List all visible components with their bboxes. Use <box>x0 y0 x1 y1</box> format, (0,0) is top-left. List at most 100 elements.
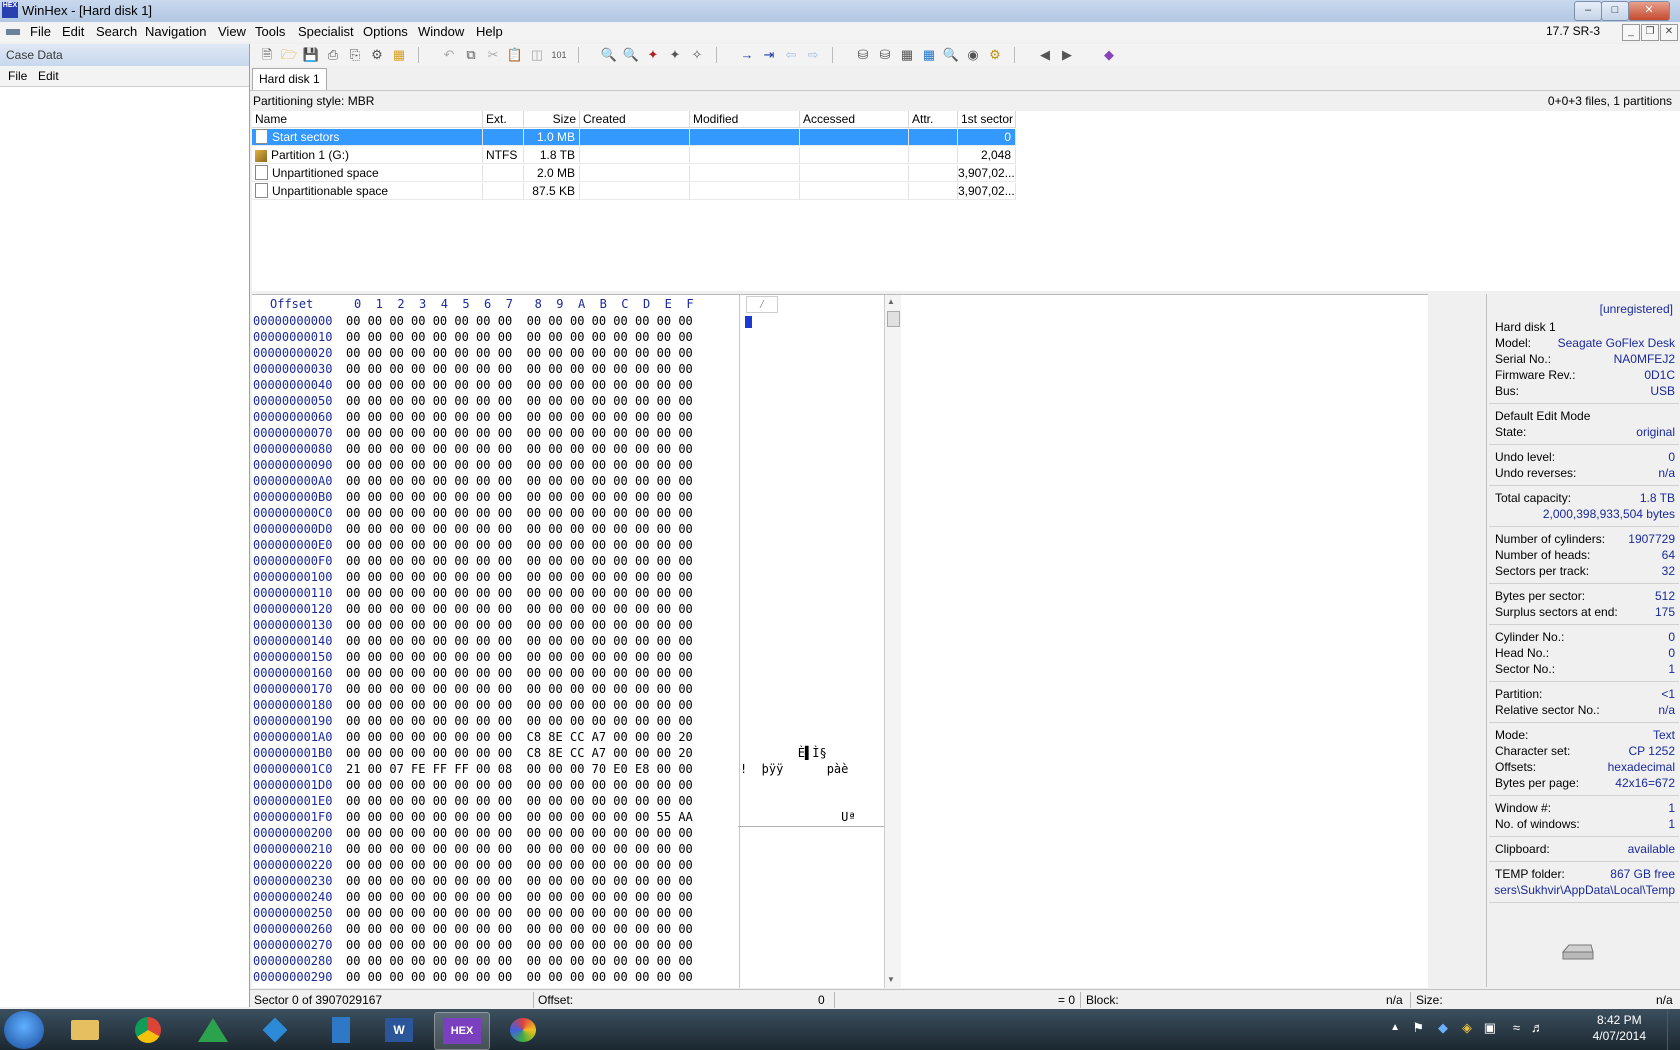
hex-row[interactable]: 00000000130 00 00 00 00 00 00 00 00 00 00… <box>252 618 882 634</box>
hex-row[interactable]: 00000000160 00 00 00 00 00 00 00 00 00 00… <box>252 666 882 682</box>
hash-icon[interactable]: ◉ <box>964 46 982 64</box>
hex-row[interactable]: 00000000210 00 00 00 00 00 00 00 00 00 00… <box>252 842 882 858</box>
hex-row[interactable]: 00000000200 00 00 00 00 00 00 00 00 00 00… <box>252 826 882 842</box>
dropbox-tray-icon[interactable]: ◆ <box>1438 1020 1448 1036</box>
hex-row[interactable]: 000000001F0 00 00 00 00 00 00 00 00 00 00… <box>252 810 882 826</box>
menu-specialist[interactable]: Specialist <box>298 24 354 39</box>
hex-row[interactable]: 000000001D0 00 00 00 00 00 00 00 00 00 00… <box>252 778 882 794</box>
show-hidden-icons-icon[interactable]: ▲ <box>1390 1022 1400 1033</box>
col-header-size[interactable]: Size <box>524 111 580 128</box>
hex-row[interactable]: 00000000260 00 00 00 00 00 00 00 00 00 00… <box>252 922 882 938</box>
table-row[interactable]: Unpartitioned space 2.0 MB 3,907,02... <box>252 165 1016 183</box>
col-header-name[interactable]: Name <box>252 111 483 128</box>
hex-row[interactable]: 00000000050 00 00 00 00 00 00 00 00 00 00… <box>252 394 882 410</box>
options-icon[interactable]: ⚙ <box>368 46 386 64</box>
goto-sector-icon[interactable]: ⇥ <box>760 46 778 64</box>
hex-row[interactable]: 00000000110 00 00 00 00 00 00 00 00 00 00… <box>252 586 882 602</box>
disk-tools-icon[interactable]: ⛁ <box>876 46 894 64</box>
hex-row[interactable]: 000000001B0 00 00 00 00 00 00 00 00 C8 8E… <box>252 746 882 762</box>
table-row[interactable]: Unpartitionable space 87.5 KB 3,907,02..… <box>252 183 1016 201</box>
hex-row[interactable]: 00000000230 00 00 00 00 00 00 00 00 00 00… <box>252 874 882 890</box>
volume-icon[interactable]: ♬ <box>1531 1020 1544 1035</box>
export-icon[interactable]: ▦ <box>390 46 408 64</box>
chrome-taskbar-icon[interactable] <box>122 1012 176 1048</box>
replace-hex-icon[interactable]: ✦ <box>666 46 684 64</box>
network-icon[interactable]: ▣ <box>1484 1020 1496 1036</box>
settings-icon[interactable]: ⚙ <box>986 46 1004 64</box>
col-header-modified[interactable]: Modified <box>690 111 800 128</box>
print-icon[interactable]: ⎙ <box>324 46 342 64</box>
hex-row[interactable]: 000000000D0 00 00 00 00 00 00 00 00 00 00… <box>252 522 882 538</box>
hex-row[interactable]: 00000000020 00 00 00 00 00 00 00 00 00 00… <box>252 346 882 362</box>
hex-row[interactable]: 00000000240 00 00 00 00 00 00 00 00 00 00… <box>252 890 882 906</box>
forward-icon[interactable]: ⇨ <box>804 46 822 64</box>
winhex-taskbar-icon[interactable]: HEX <box>434 1012 490 1050</box>
open-file-icon[interactable]: 🗁 <box>280 46 298 64</box>
hex-row[interactable]: 000000001C0 21 00 07 FE FF FF 00 08 00 00… <box>252 762 882 778</box>
minimize-button[interactable]: – <box>1574 1 1602 21</box>
hex-row[interactable]: 00000000120 00 00 00 00 00 00 00 00 00 00… <box>252 602 882 618</box>
scroll-up-icon[interactable]: ▲ <box>887 297 897 307</box>
cut-icon[interactable]: ✂ <box>484 46 502 64</box>
text-column-toggle[interactable]: ⁄ <box>746 296 778 313</box>
menu-window[interactable]: Window <box>418 24 464 39</box>
hex-row[interactable]: 00000000280 00 00 00 00 00 00 00 00 00 00… <box>252 954 882 970</box>
tab-hard-disk-1[interactable]: Hard disk 1 <box>252 68 327 90</box>
replace-text-icon[interactable]: ✦ <box>644 46 662 64</box>
analyze-icon[interactable]: 🔍 <box>942 46 960 64</box>
find-again-icon[interactable]: ✧ <box>688 46 706 64</box>
new-file-icon[interactable]: 🗎 <box>258 46 276 64</box>
col-header-attr[interactable]: Attr. <box>909 111 958 128</box>
mdi-restore-button[interactable]: ❐ <box>1641 24 1659 41</box>
menu-options[interactable]: Options <box>363 24 408 39</box>
taskbar-clock[interactable]: 8:42 PM 4/07/2014 <box>1593 1012 1646 1044</box>
maximize-button[interactable]: □ <box>1601 1 1629 21</box>
start-button[interactable] <box>4 1011 44 1049</box>
paste-icon[interactable]: 📋 <box>506 46 524 64</box>
undo-icon[interactable]: ↶ <box>440 46 458 64</box>
hex-row[interactable]: 00000000220 00 00 00 00 00 00 00 00 00 00… <box>252 858 882 874</box>
system-menu-icon[interactable] <box>6 27 22 37</box>
binary-icon[interactable]: 101 <box>550 46 568 64</box>
hex-editor[interactable]: Offset 0 1 2 3 4 5 6 7 8 9 A B C D E F ⁄… <box>252 294 1428 988</box>
open-disk-icon[interactable]: ⛁ <box>854 46 872 64</box>
case-menu-edit[interactable]: Edit <box>38 69 59 83</box>
hex-row[interactable]: 000000001E0 00 00 00 00 00 00 00 00 00 00… <box>252 794 882 810</box>
previous-sector-icon[interactable]: ◀ <box>1036 46 1054 64</box>
calculator-icon[interactable]: ▦ <box>920 46 938 64</box>
col-header-ext[interactable]: Ext. <box>483 111 524 128</box>
clipboard-icon[interactable]: ◫ <box>528 46 546 64</box>
scroll-down-icon[interactable]: ▼ <box>887 975 897 985</box>
notepad-taskbar-icon[interactable] <box>314 1012 368 1048</box>
hex-row[interactable]: 00000000140 00 00 00 00 00 00 00 00 00 00… <box>252 634 882 650</box>
mdi-close-button[interactable]: ✕ <box>1660 24 1678 41</box>
properties-icon[interactable]: ⎘ <box>346 46 364 64</box>
menu-tools[interactable]: Tools <box>255 24 285 39</box>
help-book-icon[interactable]: ◆ <box>1100 46 1118 64</box>
hex-row[interactable]: 00000000150 00 00 00 00 00 00 00 00 00 00… <box>252 650 882 666</box>
hex-row[interactable]: 000000000C0 00 00 00 00 00 00 00 00 00 00… <box>252 506 882 522</box>
close-button[interactable]: ✕ <box>1628 1 1670 21</box>
hex-row[interactable]: 00000000070 00 00 00 00 00 00 00 00 00 00… <box>252 426 882 442</box>
scroll-thumb[interactable] <box>887 311 900 327</box>
col-header-created[interactable]: Created <box>580 111 690 128</box>
hex-row[interactable]: 000000001A0 00 00 00 00 00 00 00 00 C8 8E… <box>252 730 882 746</box>
hex-row[interactable]: 00000000010 00 00 00 00 00 00 00 00 00 00… <box>252 330 882 346</box>
hex-row[interactable]: 00000000170 00 00 00 00 00 00 00 00 00 00… <box>252 682 882 698</box>
paint-taskbar-icon[interactable] <box>496 1012 550 1048</box>
hex-row[interactable]: 00000000270 00 00 00 00 00 00 00 00 00 00… <box>252 938 882 954</box>
back-icon[interactable]: ⇦ <box>782 46 800 64</box>
next-sector-icon[interactable]: ▶ <box>1058 46 1076 64</box>
hex-row[interactable]: 00000000080 00 00 00 00 00 00 00 00 00 00… <box>252 442 882 458</box>
hex-row[interactable]: 000000000E0 00 00 00 00 00 00 00 00 00 00… <box>252 538 882 554</box>
menu-search[interactable]: Search <box>96 24 137 39</box>
hex-row[interactable]: 00000000040 00 00 00 00 00 00 00 00 00 00… <box>252 378 882 394</box>
hex-row[interactable]: 000000000A0 00 00 00 00 00 00 00 00 00 00… <box>252 474 882 490</box>
ram-editor-icon[interactable]: ▦ <box>898 46 916 64</box>
hex-row[interactable]: 000000000F0 00 00 00 00 00 00 00 00 00 00… <box>252 554 882 570</box>
hex-row[interactable]: 00000000190 00 00 00 00 00 00 00 00 00 00… <box>252 714 882 730</box>
find-hex-icon[interactable]: 🔍 <box>622 46 640 64</box>
menu-edit[interactable]: Edit <box>62 24 84 39</box>
dropbox-taskbar-icon[interactable] <box>250 1012 304 1048</box>
menu-view[interactable]: View <box>218 24 246 39</box>
